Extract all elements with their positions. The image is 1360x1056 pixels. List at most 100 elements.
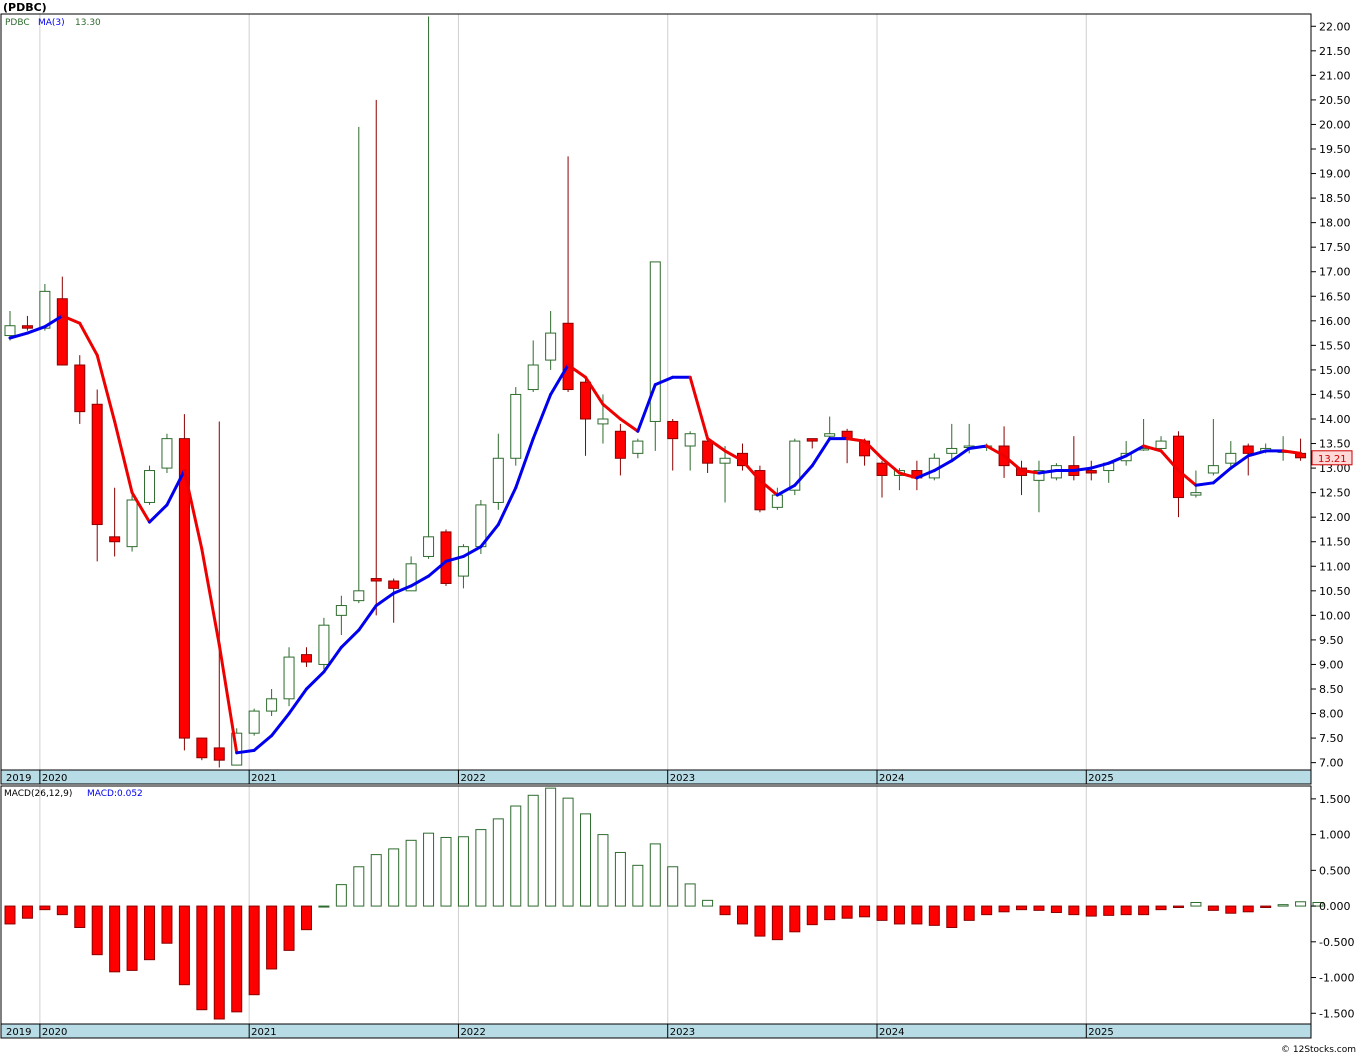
price-ytick-label: 16.00: [1319, 315, 1351, 328]
price-ytick-label: 19.50: [1319, 143, 1351, 156]
price-candle-body: [21, 325, 33, 329]
macd-bar: [1068, 905, 1080, 916]
watermark: © 12Stocks.com: [1281, 1045, 1356, 1055]
macd-bar: [911, 905, 923, 925]
macd-bar: [248, 905, 260, 996]
macd-xaxis-label: 2023: [670, 1027, 695, 1038]
macd-bar: [771, 905, 783, 941]
macd-bar: [1242, 905, 1254, 913]
macd-bar: [423, 832, 435, 907]
price-ytick-label: 17.50: [1319, 241, 1351, 254]
price-ytick-label: 10.50: [1319, 585, 1351, 598]
price-candle-body: [1190, 492, 1202, 496]
macd-bar: [283, 905, 295, 951]
macd-bar: [161, 905, 173, 944]
price-ytick-label: 16.50: [1319, 290, 1351, 303]
macd-bar: [318, 905, 330, 908]
macd-bar: [178, 905, 190, 986]
price-candle-body: [719, 457, 731, 464]
price-candle-body: [283, 656, 295, 700]
macd-bar: [946, 905, 958, 929]
price-candle-body: [597, 418, 609, 425]
price-candle-body: [4, 325, 16, 337]
macd-bar: [1260, 905, 1272, 909]
macd-bar: [597, 834, 609, 907]
macd-bar: [789, 905, 801, 933]
price-ytick-label: 7.00: [1319, 757, 1344, 770]
macd-bar: [510, 805, 522, 907]
macd-bar: [56, 905, 68, 916]
price-ytick-label: 17.00: [1319, 266, 1351, 279]
macd-bar: [213, 905, 225, 1020]
price-candle-body: [580, 381, 592, 420]
macd-bar: [335, 884, 347, 907]
last-price-tag-text: 13.21: [1318, 454, 1347, 465]
price-candle-body: [126, 499, 138, 548]
price-ytick-label: 18.00: [1319, 217, 1351, 230]
macd-bar: [126, 905, 138, 971]
macd-bar: [963, 905, 975, 921]
price-candle-body: [318, 624, 330, 665]
price-ytick-label: 14.50: [1319, 388, 1351, 401]
price-candle-body: [824, 433, 836, 437]
macd-xaxis-strip: [0, 1023, 1312, 1039]
macd-xaxis-label: 2025: [1088, 1027, 1113, 1038]
macd-bar: [1172, 905, 1184, 909]
price-ytick-label: 12.00: [1319, 511, 1351, 524]
price-candle-body: [109, 536, 121, 543]
macd-ytick-label: 1.500: [1319, 793, 1351, 806]
price-ytick-label: 18.50: [1319, 192, 1351, 205]
price-ytick-label: 9.50: [1319, 634, 1344, 647]
price-ytick-label: 11.00: [1319, 560, 1351, 573]
macd-bar: [21, 905, 33, 919]
price-ytick-label: 10.00: [1319, 609, 1351, 622]
macd-bar: [981, 905, 993, 916]
price-ytick-label: 15.50: [1319, 339, 1351, 352]
price-candle-body: [684, 433, 696, 447]
macd-bar: [4, 905, 16, 925]
price-candle-body: [1242, 445, 1254, 454]
macd-bar: [266, 905, 278, 970]
macd-bar: [580, 813, 592, 907]
macd-bar: [928, 905, 940, 926]
macd-bar: [998, 905, 1010, 913]
price-candle-body: [510, 393, 522, 459]
price-ytick-label: 21.00: [1319, 69, 1351, 82]
price-candle-body: [667, 420, 679, 440]
ma-legend: MA(3): [38, 18, 65, 28]
macd-ytick-label: -0.500: [1319, 936, 1354, 949]
macd-bar: [1207, 905, 1219, 911]
chart-background: [0, 0, 1360, 1056]
price-xaxis-label: 2020: [42, 773, 67, 784]
price-candle-body: [161, 438, 173, 469]
macd-bar: [405, 839, 417, 907]
price-ytick-label: 9.00: [1319, 658, 1344, 671]
macd-bar: [1190, 901, 1202, 907]
price-xaxis-label: 2022: [460, 773, 485, 784]
macd-bar: [144, 905, 156, 961]
macd-bar: [1225, 905, 1237, 914]
price-candle-body: [196, 737, 208, 759]
price-ytick-label: 21.50: [1319, 45, 1351, 58]
macd-bar: [806, 905, 818, 926]
macd-bar: [1085, 905, 1097, 917]
price-xaxis-label: 2024: [879, 773, 904, 784]
price-ytick-label: 7.50: [1319, 732, 1344, 745]
macd-bar: [1138, 905, 1150, 916]
price-candle-body: [457, 546, 469, 577]
price-xaxis-strip: [0, 769, 1312, 785]
price-xaxis-label: 2019: [6, 773, 31, 784]
price-candle-body: [91, 403, 103, 526]
macd-bar: [684, 883, 696, 907]
price-candle-body: [614, 430, 626, 459]
price-candle-body: [876, 462, 888, 476]
macd-bar: [1277, 904, 1289, 907]
macd-xaxis-label: 2020: [42, 1027, 67, 1038]
price-candle-body: [353, 590, 365, 602]
macd-bar: [614, 851, 626, 907]
macd-bar: [300, 905, 312, 931]
macd-bar: [719, 905, 731, 916]
price-candle-body: [74, 364, 86, 413]
macd-ytick-label: 0.500: [1319, 864, 1351, 877]
macd-ytick-label: -1.000: [1319, 972, 1354, 985]
